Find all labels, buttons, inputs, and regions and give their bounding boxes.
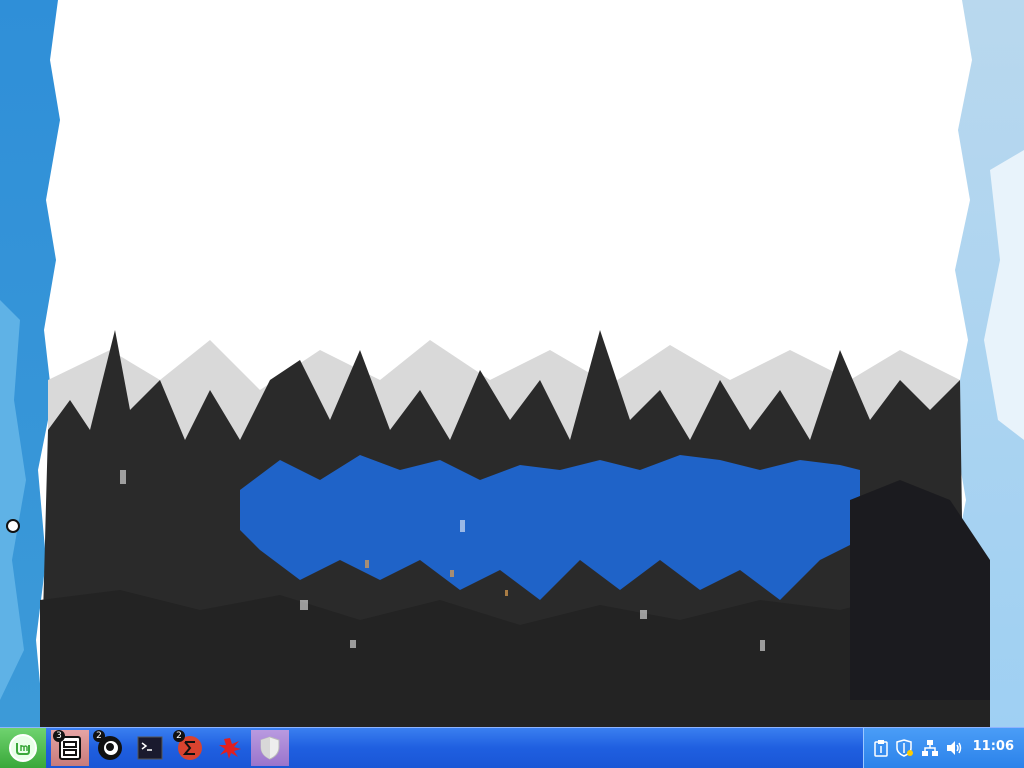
- volume-icon[interactable]: [945, 739, 963, 757]
- window-count-badge: 2: [173, 730, 185, 742]
- terminal-icon: [137, 736, 163, 760]
- system-tray: 11:06: [863, 728, 1024, 768]
- menu-button[interactable]: [0, 728, 46, 768]
- network-icon[interactable]: [921, 739, 939, 757]
- desktop-wallpaper: [0, 0, 1024, 727]
- shield-app-icon: [260, 736, 280, 760]
- taskbar-app-red-splatter[interactable]: [211, 730, 249, 766]
- clock[interactable]: 11:06: [973, 739, 1014, 754]
- wallpaper-image: [0, 0, 1024, 727]
- taskbar-app-circle[interactable]: 2: [91, 730, 129, 766]
- taskbar-app-file-manager[interactable]: 3: [51, 730, 89, 766]
- window-count-badge: 3: [53, 730, 65, 742]
- red-splatter-app-icon: [219, 738, 241, 759]
- linux-mint-logo-icon: [9, 734, 37, 762]
- taskbar: 3 2 2 11:06: [0, 727, 1024, 768]
- taskbar-app-shield[interactable]: [251, 730, 289, 766]
- taskbar-app-terminal[interactable]: [131, 730, 169, 766]
- clipboard-icon[interactable]: [872, 739, 890, 757]
- window-count-badge: 2: [93, 730, 105, 742]
- taskbar-app-red-sigma[interactable]: 2: [171, 730, 209, 766]
- desktop-circle-marker: [6, 519, 20, 533]
- update-shield-icon[interactable]: [896, 739, 914, 757]
